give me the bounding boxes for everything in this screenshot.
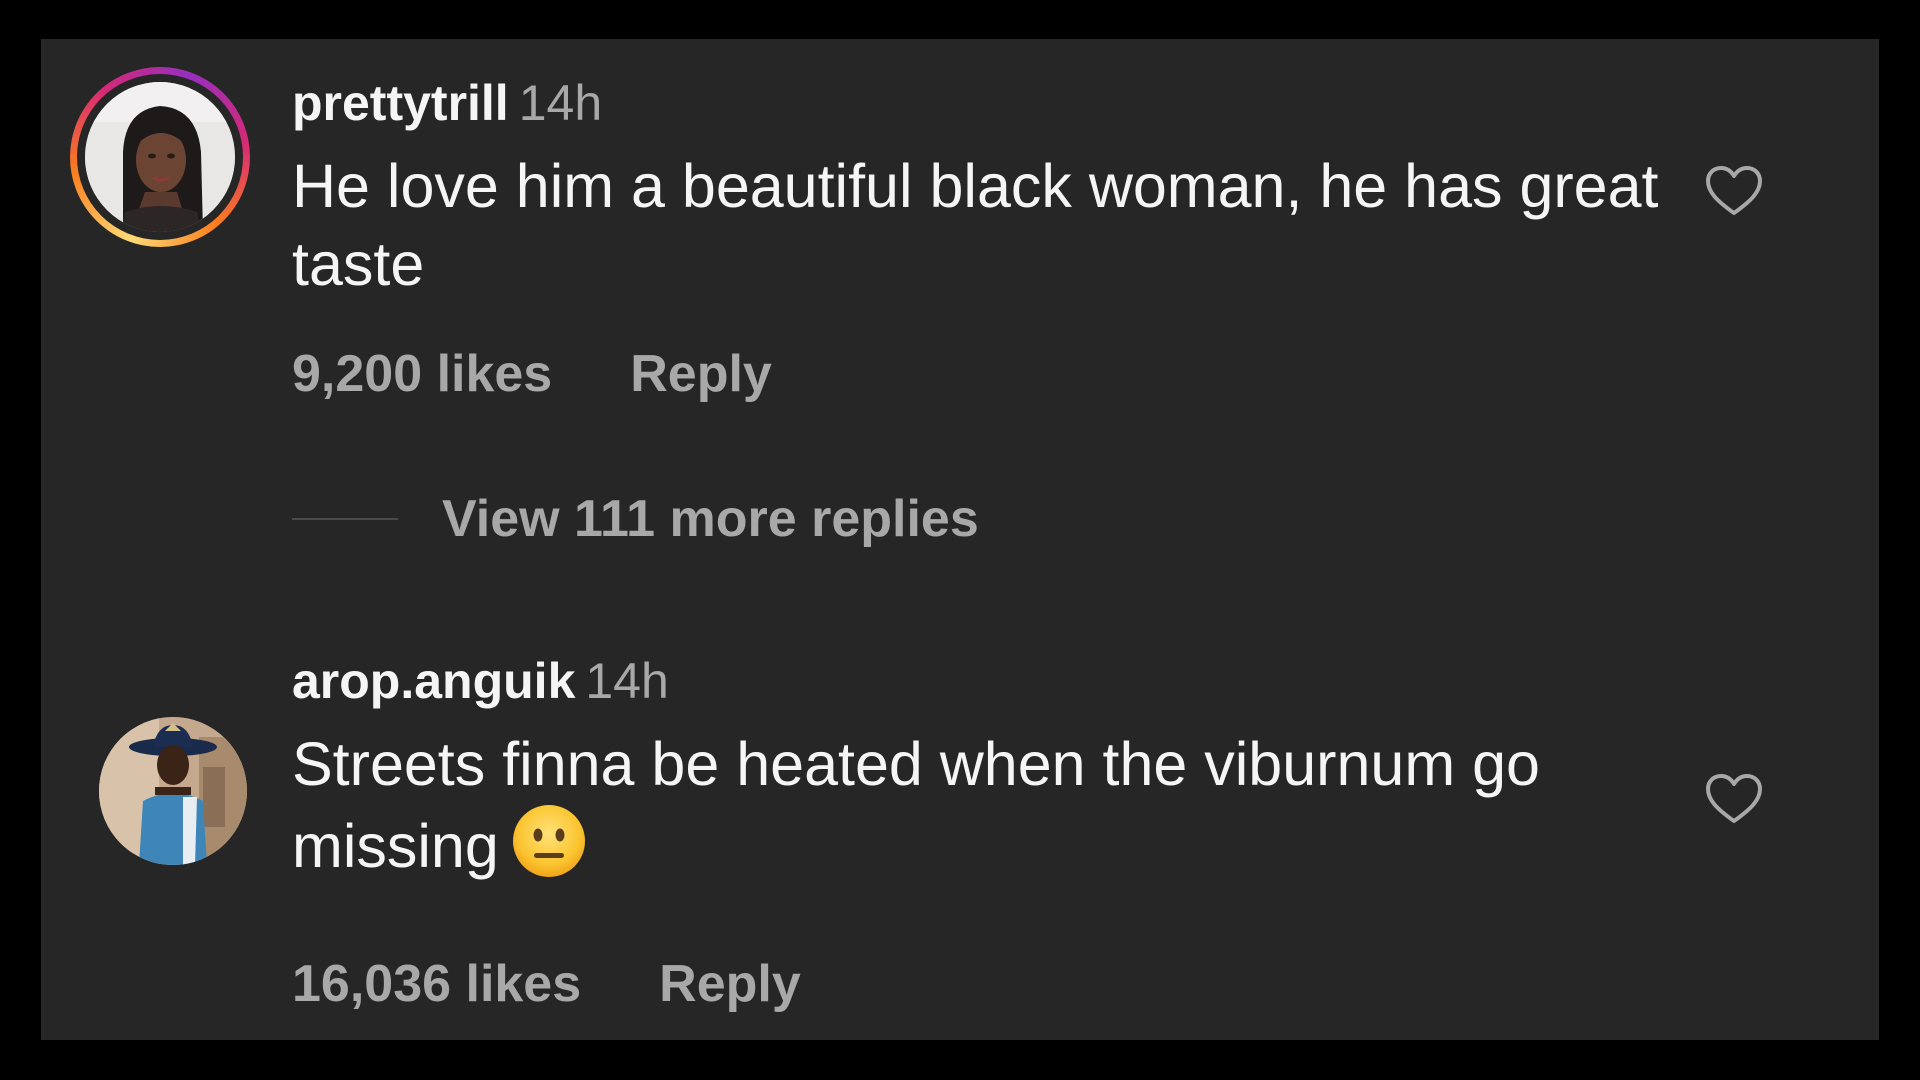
view-replies-button[interactable]: View 111 more replies	[292, 484, 979, 554]
username[interactable]: prettytrill	[292, 75, 509, 131]
reply-button[interactable]: Reply	[630, 345, 772, 403]
likes-count[interactable]: 16,036 likes	[292, 955, 581, 1013]
comment-text: He love him a beautiful black woman, he …	[292, 152, 1659, 298]
timestamp: 14h	[518, 75, 603, 131]
comment-text-body: Streets finna be heated when the viburnu…	[292, 730, 1540, 880]
avatar[interactable]	[99, 717, 247, 865]
username[interactable]: arop.anguik	[292, 653, 575, 709]
story-ring-avatar[interactable]	[70, 67, 250, 247]
avatar-image	[85, 82, 235, 232]
avatar-image	[99, 717, 247, 865]
view-replies-label: View 111 more replies	[442, 490, 979, 548]
comment-text: Streets finna be heated when the viburnu…	[292, 725, 1692, 897]
comment-actions: 9,200 likes Reply	[292, 339, 772, 409]
comment-header: prettytrill 14h	[292, 69, 602, 137]
comment-header: arop.anguik 14h	[292, 647, 669, 715]
comments-panel: prettytrill 14h He love him a beautiful b…	[41, 39, 1879, 1040]
reply-button[interactable]: Reply	[659, 955, 801, 1013]
likes-count[interactable]: 9,200 likes	[292, 345, 552, 403]
avatar	[85, 82, 235, 232]
heart-outline-icon[interactable]	[1705, 165, 1763, 217]
timestamp: 14h	[585, 653, 669, 709]
heart-outline-icon[interactable]	[1705, 773, 1763, 825]
divider-line	[292, 518, 398, 520]
comment-actions: 16,036 likes Reply	[292, 949, 801, 1019]
neutral-face-emoji	[511, 803, 587, 897]
